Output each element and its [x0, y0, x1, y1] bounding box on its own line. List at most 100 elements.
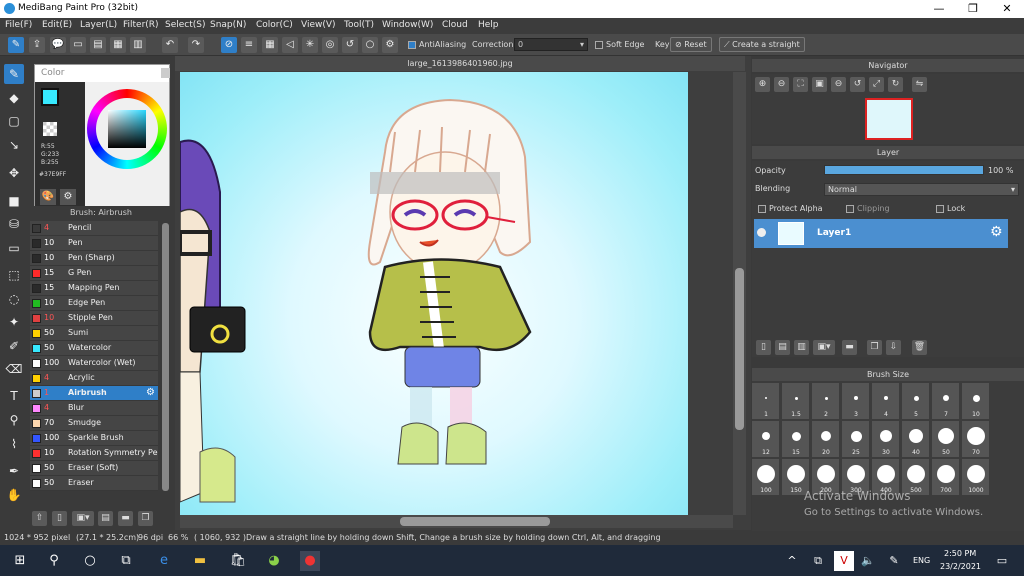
- actual-size-icon[interactable]: ▣: [812, 77, 827, 92]
- canvas-artwork[interactable]: [180, 72, 688, 515]
- magic-wand-tool-icon[interactable]: ✦: [4, 312, 24, 332]
- brush-item[interactable]: 10 Pen: [30, 236, 158, 251]
- create-straight-button[interactable]: ⟋ Create a straight: [719, 37, 805, 52]
- palette-icon[interactable]: 🎨: [40, 189, 56, 205]
- duplicate-brush-icon[interactable]: ❐: [138, 511, 153, 526]
- select-pen-tool-icon[interactable]: ✐: [4, 336, 24, 356]
- clock-date[interactable]: 23/2/2021: [940, 562, 981, 571]
- undo-icon[interactable]: ↶: [162, 37, 178, 53]
- rotate-left-icon[interactable]: ↺: [850, 77, 865, 92]
- brush-scroll-thumb[interactable]: [162, 223, 169, 491]
- menu-window[interactable]: Window(W): [382, 20, 433, 30]
- brush-item[interactable]: 15 Mapping Pen: [30, 281, 158, 296]
- brush-settings-icon[interactable]: ▤: [98, 511, 113, 526]
- team-icon[interactable]: ▭: [70, 37, 86, 53]
- brush-item[interactable]: 4 Acrylic: [30, 371, 158, 386]
- lock-checkbox[interactable]: Lock: [936, 204, 965, 213]
- shape-tool-icon[interactable]: ■: [4, 191, 24, 211]
- text-tool-icon[interactable]: T: [4, 386, 24, 406]
- pen-tool-icon[interactable]: ✒: [4, 461, 24, 481]
- search-icon[interactable]: ⚲: [44, 551, 64, 571]
- brush-settings-gear-icon[interactable]: ⚙: [146, 387, 155, 398]
- brush-item[interactable]: 50 Eraser (Soft): [30, 461, 158, 476]
- brush-size-cell[interactable]: 7: [932, 383, 960, 420]
- zoom-out-icon[interactable]: ⊖: [774, 77, 789, 92]
- windows-start-icon[interactable]: ⊞: [10, 551, 30, 571]
- fit-window-icon[interactable]: ⤢: [869, 77, 884, 92]
- duplicate-layer-icon[interactable]: ❐: [867, 340, 882, 355]
- horizontal-scroll-thumb[interactable]: [400, 517, 550, 526]
- canvas-horizontal-scrollbar[interactable]: [180, 515, 733, 528]
- brush-size-cell[interactable]: 30: [872, 421, 900, 458]
- opacity-slider[interactable]: [824, 165, 984, 175]
- brush-item[interactable]: 50 Watercolor: [30, 341, 158, 356]
- brush-item[interactable]: 50 Sumi: [30, 326, 158, 341]
- snap-settings-icon[interactable]: ⚙: [382, 37, 398, 53]
- list-icon[interactable]: ▥: [130, 37, 146, 53]
- menu-layer[interactable]: Layer(L): [80, 20, 117, 30]
- soft-edge-checkbox[interactable]: Soft Edge: [595, 40, 644, 49]
- layer-settings-icon[interactable]: ⚙: [990, 224, 1003, 240]
- menu-cloud[interactable]: Cloud: [442, 20, 468, 30]
- new-halftone-layer-icon[interactable]: ▤: [775, 340, 790, 355]
- merge-down-icon[interactable]: ⇩: [886, 340, 901, 355]
- circle-snap-icon[interactable]: ◎: [322, 37, 338, 53]
- brush-upload-icon[interactable]: ⇧: [32, 511, 47, 526]
- rectangle-tool-icon[interactable]: ▢: [4, 111, 24, 131]
- clock-time[interactable]: 2:50 PM: [944, 549, 976, 558]
- brush-item[interactable]: 4 Blur: [30, 401, 158, 416]
- brush-size-cell[interactable]: 20: [812, 421, 840, 458]
- radial-snap-icon[interactable]: ✳: [302, 37, 318, 53]
- color-settings-icon[interactable]: ⚙: [60, 189, 76, 205]
- file-explorer-icon[interactable]: ▬: [190, 551, 210, 571]
- brush-item[interactable]: 4 Pencil: [30, 221, 158, 236]
- menu-select[interactable]: Select(S): [165, 20, 206, 30]
- task-view-icon[interactable]: ⧉: [116, 551, 136, 571]
- menu-color[interactable]: Color(C): [256, 20, 293, 30]
- correction-select[interactable]: 0 ▾: [514, 38, 588, 51]
- v-tray-icon[interactable]: V: [834, 551, 854, 571]
- menu-help[interactable]: Help: [478, 20, 499, 30]
- move-tool-icon[interactable]: ✥: [4, 163, 24, 183]
- brush-item[interactable]: 50 Eraser: [30, 476, 158, 491]
- antialiasing-checkbox[interactable]: AntiAliasing: [408, 40, 466, 49]
- snap-off-icon[interactable]: ⊘: [221, 37, 237, 53]
- page-icon[interactable]: ▤: [90, 37, 106, 53]
- layer-folder-icon[interactable]: ▬: [842, 340, 857, 355]
- brush-size-cell[interactable]: 12: [752, 421, 780, 458]
- background-color-swatch[interactable]: [43, 122, 57, 136]
- app-taskbar-icon[interactable]: ◕: [264, 551, 284, 571]
- eraser-tool-icon[interactable]: ◆: [4, 88, 24, 108]
- brush-item[interactable]: 1 Airbrush ⚙: [30, 386, 158, 401]
- add-brush-menu-icon[interactable]: ▣▾: [72, 511, 94, 526]
- brush-size-cell[interactable]: 100: [752, 459, 780, 496]
- volume-icon[interactable]: 🔈: [858, 551, 878, 571]
- notification-icon[interactable]: ▭: [992, 551, 1012, 571]
- hex-value[interactable]: #37E9FF: [39, 171, 66, 178]
- add-layer-menu-icon[interactable]: ▣▾: [813, 340, 835, 355]
- protect-alpha-checkbox[interactable]: Protect Alpha: [758, 204, 823, 213]
- edge-icon[interactable]: e: [154, 551, 174, 571]
- brush-size-cell[interactable]: 15: [782, 421, 810, 458]
- menu-file[interactable]: File(F): [5, 20, 32, 30]
- saturation-value-square[interactable]: [108, 110, 146, 148]
- bucket-tool-icon[interactable]: ⛁: [4, 214, 24, 234]
- brush-item[interactable]: 10 Edge Pen: [30, 296, 158, 311]
- foreground-color-swatch[interactable]: [41, 88, 59, 106]
- redo-icon[interactable]: ↷: [188, 37, 204, 53]
- navigator-thumbnail[interactable]: [865, 98, 913, 140]
- cross-snap-icon[interactable]: ▦: [262, 37, 278, 53]
- maximize-button[interactable]: ❐: [956, 0, 990, 18]
- divide-tool-icon[interactable]: ⚲: [4, 410, 24, 430]
- brush-size-cell[interactable]: 5: [902, 383, 930, 420]
- flip-icon[interactable]: ⇋: [912, 77, 927, 92]
- ellipse-snap-icon[interactable]: ○: [362, 37, 378, 53]
- menu-snap[interactable]: Snap(N): [210, 20, 246, 30]
- document-tab[interactable]: large_1613986401960.jpg: [175, 56, 745, 71]
- medibang-taskbar-icon[interactable]: ●: [300, 551, 320, 571]
- delete-layer-icon[interactable]: 🗑: [912, 340, 927, 355]
- zoom-in-icon[interactable]: ⊕: [755, 77, 770, 92]
- store-icon[interactable]: 🛍: [228, 551, 248, 571]
- menu-tool[interactable]: Tool(T): [344, 20, 374, 30]
- brush-size-cell[interactable]: 1000: [962, 459, 990, 496]
